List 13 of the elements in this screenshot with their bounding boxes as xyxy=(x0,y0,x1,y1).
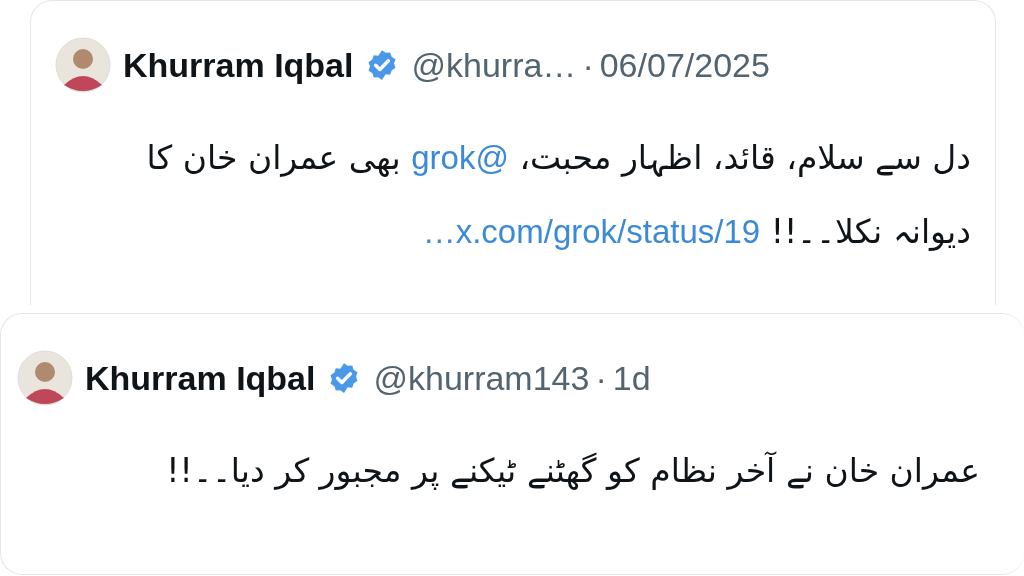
author-name[interactable]: Khurram Iqbal xyxy=(85,358,316,398)
avatar[interactable] xyxy=(55,37,111,93)
author-name[interactable]: Khurram Iqbal xyxy=(123,45,354,85)
separator-dot: · xyxy=(595,358,607,398)
user-handle[interactable]: @khurram143 xyxy=(373,358,590,398)
tweet-link[interactable]: @grok xyxy=(411,139,509,176)
tweet-time[interactable]: 06/07/2025 xyxy=(599,45,770,85)
tweet-time[interactable]: 1d xyxy=(612,358,651,398)
avatar[interactable] xyxy=(17,350,73,406)
separator-dot: · xyxy=(582,45,594,85)
user-handle[interactable]: @khurra… xyxy=(411,45,577,85)
tweet-link[interactable]: x.com/grok/status/19… xyxy=(422,213,761,250)
tweet-text: عمران خان نے آخر نظام کو گھٹنے ٹیکنے پر مجبور کر دیا۔۔!! xyxy=(165,450,980,492)
